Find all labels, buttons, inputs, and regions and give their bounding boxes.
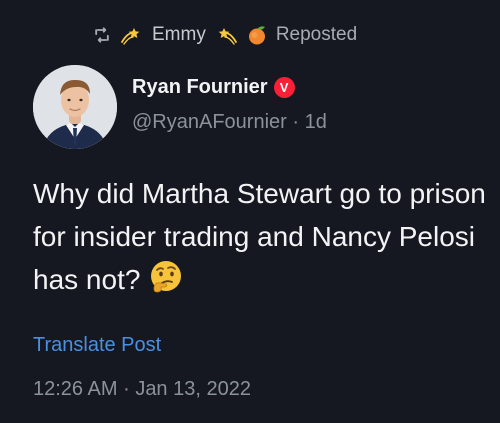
thinking-face-icon bbox=[151, 261, 182, 293]
timestamp-separator: · bbox=[123, 378, 130, 400]
peach-icon bbox=[248, 26, 265, 45]
post-body: Why did Martha Stewart go to prison for … bbox=[33, 172, 493, 301]
repost-header[interactable]: Emmy Reposted bbox=[92, 22, 357, 48]
author-name-row[interactable]: Ryan Fournier V bbox=[132, 76, 295, 99]
profile-photo bbox=[33, 65, 117, 149]
post-timestamp[interactable]: 12:26 AM · Jan 13, 2022 bbox=[33, 378, 251, 401]
repost-icon bbox=[95, 27, 109, 43]
repost-label: Reposted bbox=[275, 24, 358, 45]
avatar[interactable] bbox=[33, 65, 117, 149]
post-age: 1d bbox=[304, 111, 327, 133]
post-time: 12:26 AM bbox=[33, 378, 118, 400]
repost-user-name[interactable]: Emmy bbox=[152, 24, 206, 46]
author-handle[interactable]: @RyanAFournier bbox=[132, 111, 287, 133]
badge-letter: V bbox=[279, 80, 289, 95]
dizzy-star-icon bbox=[121, 28, 140, 45]
meta-separator: · bbox=[292, 111, 300, 133]
post-text: Why did Martha Stewart go to prison for … bbox=[33, 178, 486, 295]
translate-post-link[interactable]: Translate Post bbox=[33, 334, 161, 357]
author-meta: @RyanAFournier · 1d bbox=[132, 111, 327, 134]
post-date: Jan 13, 2022 bbox=[135, 378, 251, 400]
dizzy-star-icon bbox=[218, 28, 237, 45]
author-display-name[interactable]: Ryan Fournier bbox=[132, 76, 268, 99]
verified-badge-icon: V bbox=[273, 77, 295, 98]
